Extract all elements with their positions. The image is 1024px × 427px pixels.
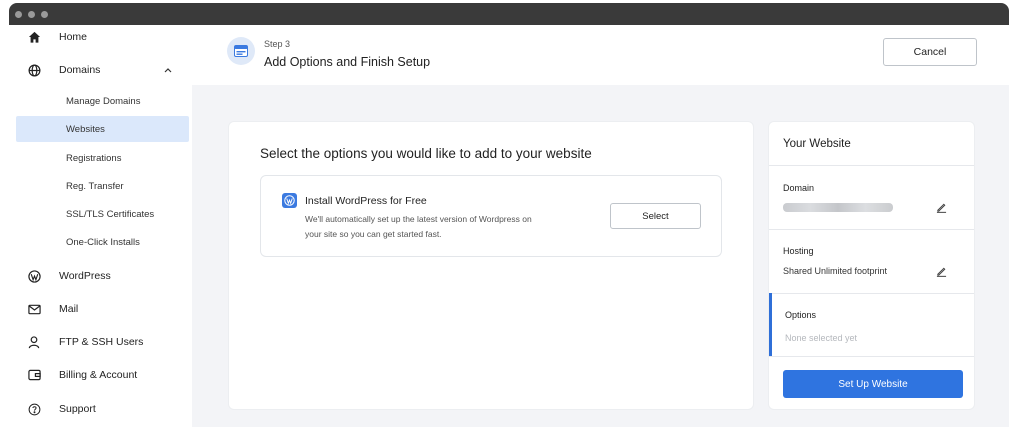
sidebar-item-label: Billing & Account xyxy=(59,369,138,381)
wordpress-icon xyxy=(282,193,297,208)
set-up-website-button[interactable]: Set Up Website xyxy=(783,370,963,398)
sidebar-subitem-label: Reg. Transfer xyxy=(66,180,124,192)
help-icon xyxy=(26,401,42,417)
browser-window-icon xyxy=(227,37,255,65)
select-button[interactable]: Select xyxy=(610,203,701,229)
globe-icon xyxy=(26,62,42,78)
sidebar-item-ftp-ssh-users[interactable]: FTP & SSH Users xyxy=(9,330,192,354)
sidebar-subitem-registrations[interactable]: Registrations xyxy=(16,145,189,171)
page-header: Step 3 Add Options and Finish Setup Canc… xyxy=(192,25,1009,85)
window-titlebar xyxy=(9,3,1009,25)
chevron-up-icon[interactable] xyxy=(164,65,172,75)
wallet-icon xyxy=(26,367,42,383)
sidebar-item-label: Home xyxy=(59,31,88,43)
sidebar-subitem-manage-domains[interactable]: Manage Domains xyxy=(16,88,189,114)
divider xyxy=(769,293,974,294)
sidebar-item-support[interactable]: Support xyxy=(9,397,192,421)
hosting-value: Shared Unlimited footprint xyxy=(783,266,888,276)
edit-domain-icon[interactable] xyxy=(934,200,948,214)
divider xyxy=(769,229,974,230)
options-heading: Select the options you would like to add… xyxy=(260,146,592,161)
sidebar-item-label: FTP & SSH Users xyxy=(59,336,144,348)
options-card: Select the options you would like to add… xyxy=(228,121,754,410)
sidebar-subitem-ssl-certificates[interactable]: SSL/TLS Certificates xyxy=(16,201,189,227)
sidebar-item-home[interactable]: Home xyxy=(9,25,192,49)
options-active-indicator xyxy=(769,293,772,356)
wordpress-option: Install WordPress for Free We'll automat… xyxy=(260,175,722,257)
sidebar-subitem-label: Websites xyxy=(66,123,105,135)
window-close-dot[interactable] xyxy=(15,11,22,18)
browser-window: Home Domains Manage Domains Websites Reg… xyxy=(0,0,1024,427)
sidebar-subitem-label: Manage Domains xyxy=(66,95,141,107)
mail-icon xyxy=(26,301,42,317)
divider xyxy=(769,356,974,357)
divider xyxy=(769,165,974,166)
sidebar-subitem-label: One-Click Installs xyxy=(66,236,140,248)
option-title: Install WordPress for Free xyxy=(305,195,427,207)
sidebar-subitem-label: Registrations xyxy=(66,152,122,164)
step-label: Step 3 xyxy=(264,39,291,49)
sidebar-subitem-one-click-installs[interactable]: One-Click Installs xyxy=(16,229,189,255)
summary-card: Your Website Domain Hosting Shared Unlim… xyxy=(768,121,975,410)
sidebar-item-domains[interactable]: Domains xyxy=(9,58,192,82)
sidebar-item-label: Mail xyxy=(59,303,79,315)
sidebar-subitem-label: SSL/TLS Certificates xyxy=(66,208,155,220)
user-icon xyxy=(26,334,42,350)
main-canvas: Select the options you would like to add… xyxy=(192,85,1009,427)
window-zoom-dot[interactable] xyxy=(41,11,48,18)
sidebar-item-label: WordPress xyxy=(59,270,111,282)
home-icon xyxy=(26,29,42,45)
domain-value-redacted xyxy=(783,203,893,212)
options-label: Options xyxy=(785,310,817,320)
cancel-button[interactable]: Cancel xyxy=(883,38,977,66)
page-title: Add Options and Finish Setup xyxy=(264,55,431,69)
sidebar-subitem-websites[interactable]: Websites xyxy=(16,116,189,142)
sidebar-item-wordpress[interactable]: WordPress xyxy=(9,264,192,288)
domain-label: Domain xyxy=(783,183,815,193)
sidebar-item-mail[interactable]: Mail xyxy=(9,297,192,321)
sidebar-item-label: Support xyxy=(59,403,96,415)
sidebar-subitem-reg-transfer[interactable]: Reg. Transfer xyxy=(16,173,189,199)
sidebar-item-billing-account[interactable]: Billing & Account xyxy=(9,363,192,387)
option-description: We'll automatically set up the latest ve… xyxy=(305,214,532,239)
window-minimize-dot[interactable] xyxy=(28,11,35,18)
edit-hosting-icon[interactable] xyxy=(934,264,948,278)
wordpress-icon xyxy=(26,268,42,284)
sidebar-item-label: Domains xyxy=(59,64,101,76)
options-placeholder: None selected yet xyxy=(785,333,858,343)
app-content: Home Domains Manage Domains Websites Reg… xyxy=(9,25,1009,427)
summary-title: Your Website xyxy=(783,138,851,150)
sidebar: Home Domains Manage Domains Websites Reg… xyxy=(9,25,192,427)
hosting-label: Hosting xyxy=(783,246,814,256)
